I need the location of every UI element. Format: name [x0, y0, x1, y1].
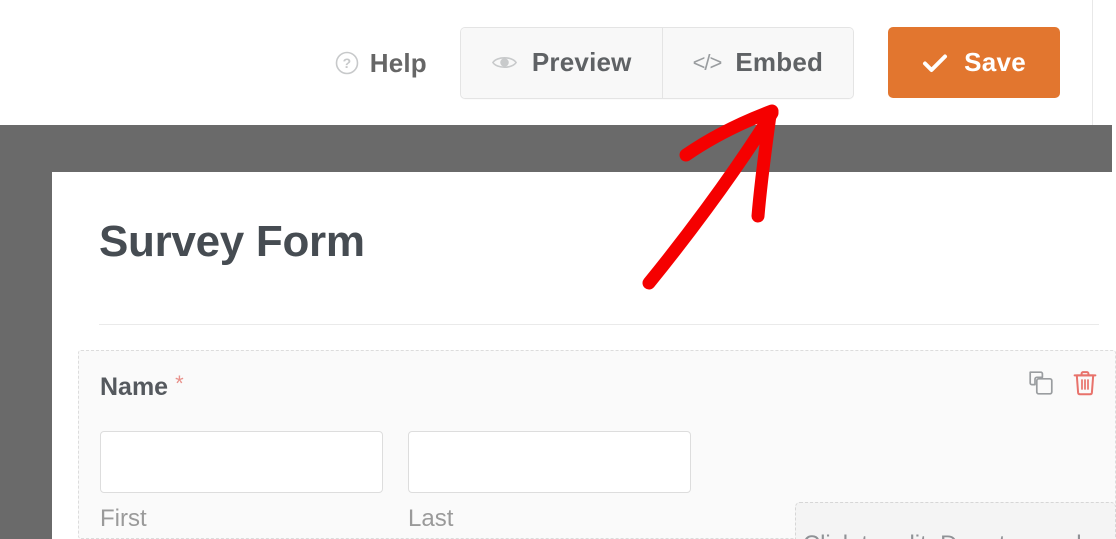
delete-icon[interactable] — [1072, 370, 1098, 401]
code-icon: </> — [692, 49, 723, 75]
embed-button[interactable]: </> Embed — [661, 27, 854, 98]
form-builder-screen: ? Help Preview </> Embed Save Survey For… — [0, 0, 1116, 539]
field-label-row: Name * — [100, 371, 184, 401]
field-hint-tooltip: Click to edit. Drag to reorder. — [795, 502, 1116, 539]
toolbar-button-group: Preview </> Embed — [459, 26, 855, 99]
last-name-sublabel: Last — [408, 505, 454, 532]
last-name-group: Last — [408, 431, 691, 531]
help-button[interactable]: ? Help — [335, 50, 427, 76]
preview-button[interactable]: Preview — [460, 27, 662, 98]
embed-button-label: Embed — [735, 47, 824, 77]
required-asterisk: * — [175, 371, 184, 396]
title-divider — [99, 324, 1099, 325]
field-hint-text: Click to edit. Drag to reorder. — [803, 531, 1108, 539]
save-button[interactable]: Save — [888, 27, 1060, 98]
save-button-label: Save — [964, 47, 1026, 77]
first-name-sublabel: First — [100, 505, 147, 532]
help-button-label: Help — [369, 47, 427, 78]
top-toolbar: ? Help Preview </> Embed Save — [0, 0, 1116, 125]
last-name-input[interactable] — [408, 431, 691, 493]
first-name-group: First — [100, 431, 383, 531]
help-circle-icon: ? — [335, 51, 359, 75]
first-name-input[interactable] — [100, 431, 383, 493]
toolbar-actions: ? Help Preview </> Embed Save — [335, 0, 1060, 125]
eye-icon — [491, 49, 518, 76]
field-label: Name — [100, 373, 169, 401]
form-preview-panel: Survey Form Name * First Last — [52, 172, 1116, 539]
svg-text:?: ? — [342, 55, 351, 71]
toolbar-right-divider — [1092, 0, 1093, 125]
name-inputs-row: First Last — [100, 431, 691, 531]
check-icon — [922, 50, 948, 76]
duplicate-icon[interactable] — [1028, 370, 1054, 401]
field-tools — [1028, 370, 1098, 401]
preview-button-label: Preview — [531, 47, 632, 77]
form-title[interactable]: Survey Form — [99, 220, 365, 264]
